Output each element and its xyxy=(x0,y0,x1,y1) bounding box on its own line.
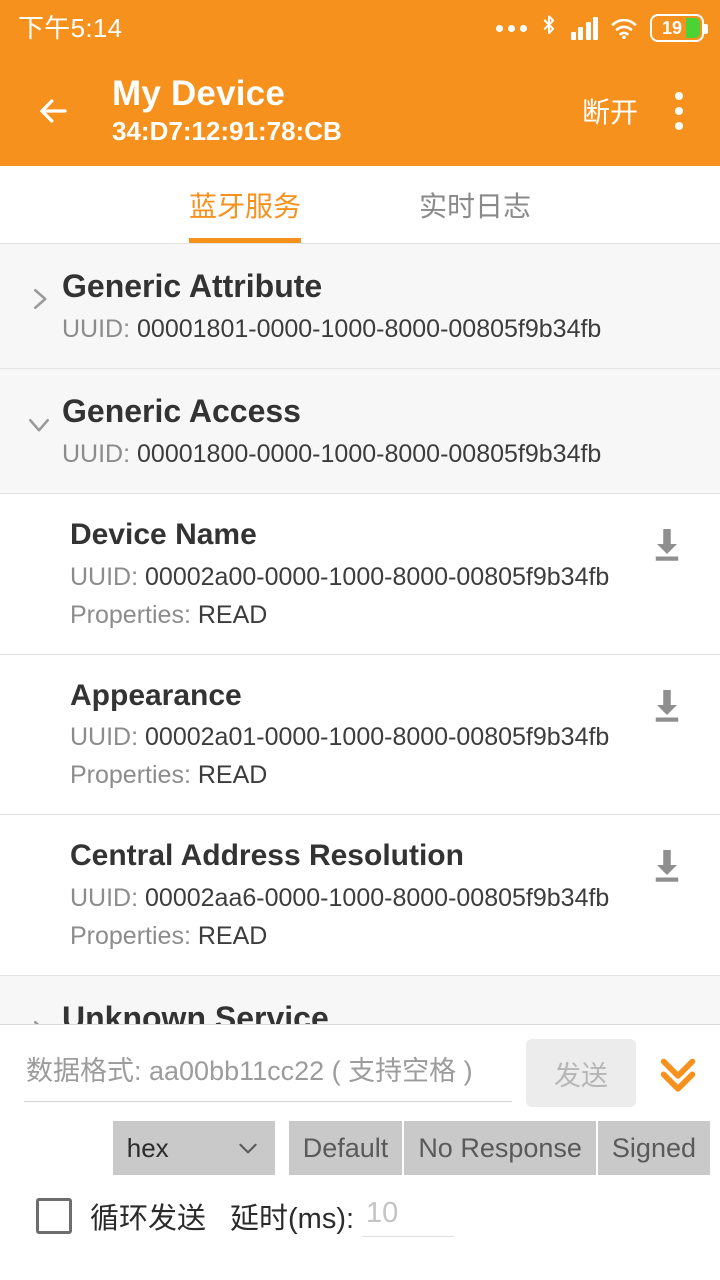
write-mode-no-response[interactable]: No Response xyxy=(402,1121,596,1175)
uuid-value: 00002a00-0000-1000-8000-00805f9b34fb xyxy=(145,562,610,591)
status-bar-icons: 19 xyxy=(495,14,708,42)
uuid-value: 00001801-0000-1000-8000-00805f9b34fb xyxy=(137,315,602,343)
battery-icon: 19 xyxy=(650,14,708,42)
write-mode-signed[interactable]: Signed xyxy=(595,1121,710,1175)
uuid-value: 00002a01-0000-1000-8000-00805f9b34fb xyxy=(145,723,610,751)
expand-panel-button[interactable] xyxy=(650,1039,706,1107)
more-dots-icon xyxy=(495,24,527,32)
uuid-label: UUID: xyxy=(70,723,139,751)
uuid-value: 00002aa6-0000-1000-8000-00805f9b34fb xyxy=(145,883,610,912)
download-icon[interactable] xyxy=(640,837,694,885)
characteristic-row[interactable]: Central Address Resolution UUID: 00002aa… xyxy=(0,815,720,976)
data-input[interactable] xyxy=(24,1044,512,1102)
service-info: Unknown Service xyxy=(62,998,704,1025)
characteristic-name: Appearance xyxy=(70,678,242,712)
service-uuid: UUID: 00001801-0000-1000-8000-00805f9b34… xyxy=(62,314,704,344)
write-mode-group: Default No Response Signed xyxy=(288,1121,710,1175)
battery-level-label: 19 xyxy=(661,17,683,38)
chevron-right-icon xyxy=(16,998,62,1024)
characteristic-uuid: UUID: 00002aa6-0000-1000-8000-00805f9b34… xyxy=(70,883,640,913)
properties-value: READ xyxy=(197,600,268,629)
status-bar-clock: 下午5:14 xyxy=(18,13,123,43)
characteristic-name: Central Address Resolution xyxy=(70,839,464,872)
app-root: 下午5:14 19 My Device 34:D7:12:91:78:CB 断开… xyxy=(0,0,720,1280)
signal-icon xyxy=(570,16,598,40)
loop-send-checkbox[interactable] xyxy=(36,1198,72,1234)
chevron-down-icon xyxy=(239,1143,257,1154)
service-info: Generic Access UUID: 00001800-0000-1000-… xyxy=(62,391,704,469)
device-address: 34:D7:12:91:78:CB xyxy=(112,115,342,146)
properties-value: READ xyxy=(197,761,268,789)
tab-bluetooth-services[interactable]: 蓝牙服务 xyxy=(130,166,360,243)
delay-label: 延时(ms): xyxy=(230,1203,355,1235)
characteristic-properties: Properties: READ xyxy=(70,600,640,630)
properties-label: Properties: xyxy=(70,600,191,629)
characteristic-name: Device Name xyxy=(70,518,257,551)
service-info: Generic Attribute UUID: 00001801-0000-10… xyxy=(62,266,704,344)
service-name: Generic Access xyxy=(62,393,301,429)
properties-value: READ xyxy=(197,921,268,950)
uuid-label: UUID: xyxy=(70,562,139,591)
uuid-label: UUID: xyxy=(70,883,139,912)
format-selector-value: hex xyxy=(126,1132,169,1163)
service-name: Generic Attribute xyxy=(62,268,323,304)
properties-label: Properties: xyxy=(70,921,191,950)
send-button[interactable]: 发送 xyxy=(526,1039,636,1107)
characteristic-uuid: UUID: 00002a00-0000-1000-8000-00805f9b34… xyxy=(70,562,640,592)
format-selector[interactable]: hex xyxy=(112,1121,275,1175)
characteristic-info: Device Name UUID: 00002a00-0000-1000-800… xyxy=(70,516,640,630)
characteristic-row[interactable]: Device Name UUID: 00002a00-0000-1000-800… xyxy=(0,494,720,655)
service-row[interactable]: Generic Access UUID: 00001800-0000-1000-… xyxy=(0,369,720,494)
overflow-menu-button[interactable] xyxy=(656,83,702,139)
characteristic-uuid: UUID: 00002a01-0000-1000-8000-00805f9b34… xyxy=(70,722,640,752)
write-panel: 发送 hex Default No Response Signed xyxy=(0,1024,720,1280)
loop-send-label: 循环发送 xyxy=(90,1203,207,1235)
service-uuid: UUID: 00001800-0000-1000-8000-00805f9b34… xyxy=(62,439,704,469)
wifi-icon xyxy=(610,16,638,40)
characteristic-properties: Properties: READ xyxy=(70,921,640,951)
disconnect-button[interactable]: 断开 xyxy=(568,83,652,139)
properties-label: Properties: xyxy=(70,761,191,789)
double-chevron-down-icon xyxy=(660,1058,696,1092)
characteristic-row[interactable]: Appearance UUID: 00002a01-0000-1000-8000… xyxy=(0,654,720,815)
write-mode-default[interactable]: Default xyxy=(288,1121,403,1175)
status-bar: 下午5:14 19 xyxy=(0,0,720,56)
app-bar: My Device 34:D7:12:91:78:CB 断开 xyxy=(0,56,720,166)
uuid-label: UUID: xyxy=(62,440,131,468)
back-button[interactable] xyxy=(26,83,82,139)
download-icon[interactable] xyxy=(640,677,694,725)
back-arrow-icon xyxy=(40,99,67,123)
tab-bar: 蓝牙服务 实时日志 xyxy=(0,166,720,244)
page-title: My Device xyxy=(112,73,286,113)
chevron-down-icon xyxy=(16,391,62,439)
characteristic-info: Central Address Resolution UUID: 00002aa… xyxy=(70,837,640,951)
bluetooth-icon xyxy=(539,14,559,42)
delay-input[interactable] xyxy=(362,1195,455,1237)
download-icon[interactable] xyxy=(640,516,694,564)
send-row: 发送 xyxy=(0,1025,720,1107)
chevron-right-icon xyxy=(16,266,62,314)
service-list[interactable]: Generic Attribute UUID: 00001801-0000-10… xyxy=(0,244,720,1024)
characteristic-info: Appearance UUID: 00002a01-0000-1000-8000… xyxy=(70,677,640,791)
loop-send-row: 循环发送 延时(ms): xyxy=(0,1175,720,1237)
service-row[interactable]: Generic Attribute UUID: 00001801-0000-10… xyxy=(0,244,720,369)
app-bar-titles: My Device 34:D7:12:91:78:CB xyxy=(112,75,568,147)
tab-realtime-log[interactable]: 实时日志 xyxy=(360,166,590,243)
uuid-label: UUID: xyxy=(62,315,131,343)
uuid-value: 00001800-0000-1000-8000-00805f9b34fb xyxy=(137,440,602,468)
service-row[interactable]: Unknown Service xyxy=(0,975,720,1025)
service-name: Unknown Service xyxy=(62,999,329,1025)
write-options-row: hex Default No Response Signed xyxy=(0,1107,720,1175)
characteristic-properties: Properties: READ xyxy=(70,760,640,790)
